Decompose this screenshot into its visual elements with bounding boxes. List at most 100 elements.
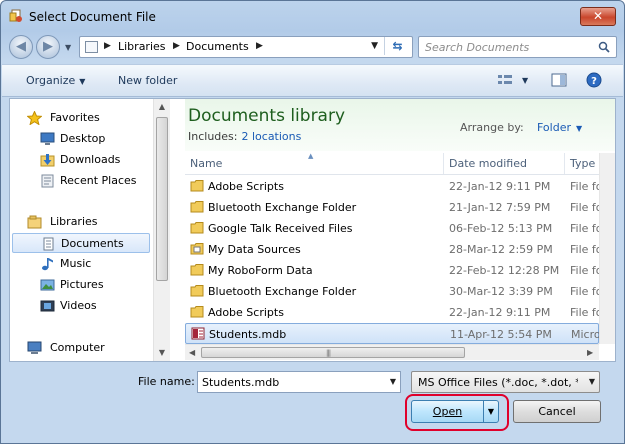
close-button[interactable]: ✕ — [580, 7, 616, 26]
file-row[interactable]: My RoboForm Data 22-Feb-12 12:28 PM File… — [185, 260, 600, 281]
title-bar[interactable]: Select Document File ✕ — [1, 1, 624, 31]
scroll-down-icon[interactable]: ▼ — [154, 345, 170, 361]
computer-icon — [27, 341, 42, 354]
nav-item-videos[interactable]: Videos — [10, 296, 150, 316]
nav-item-favorites[interactable]: Favorites — [10, 108, 150, 128]
arrange-by-dropdown[interactable]: Folder ▼ — [537, 121, 582, 134]
file-type: File fol — [570, 306, 600, 319]
organize-menu[interactable]: Organize ▼ — [26, 74, 85, 87]
nav-item-libraries[interactable]: Libraries — [10, 212, 150, 232]
file-row-selected[interactable]: Students.mdb 11-Apr-12 5:54 PM Micros — [185, 323, 601, 344]
nav-item-music[interactable]: Music — [10, 254, 150, 274]
library-includes: Includes: 2 locations — [188, 130, 301, 143]
file-date: 22-Jan-12 9:11 PM — [449, 180, 551, 193]
nav-item-documents[interactable]: Documents — [12, 233, 150, 253]
scroll-right-icon[interactable]: ▶ — [587, 348, 593, 357]
chevron-down-icon[interactable]: ▼ — [390, 377, 396, 386]
file-name-input[interactable]: Students.mdb ▼ — [197, 371, 401, 393]
recent-places-icon — [41, 174, 54, 188]
file-name: Adobe Scripts — [208, 306, 284, 319]
folder-icon — [190, 180, 204, 192]
star-icon — [27, 111, 42, 125]
column-name[interactable]: Name — [190, 157, 222, 170]
file-name: Students.mdb — [209, 328, 287, 341]
view-options-icon[interactable] — [496, 72, 514, 88]
recent-locations-dropdown[interactable]: ▼ — [65, 43, 71, 52]
file-name: Bluetooth Exchange Folder — [208, 285, 357, 298]
chevron-right-icon[interactable]: ▶ — [104, 41, 111, 51]
scroll-left-icon[interactable]: ◀ — [189, 348, 195, 357]
locations-link[interactable]: 2 locations — [241, 130, 301, 143]
file-date: 11-Apr-12 5:54 PM — [450, 328, 552, 341]
view-dropdown-icon[interactable]: ▼ — [522, 76, 528, 85]
search-icon[interactable] — [598, 41, 610, 53]
file-type: File fol — [570, 243, 600, 256]
back-button[interactable]: ◀ — [9, 35, 33, 59]
chevron-down-icon: ▼ — [588, 377, 595, 386]
libraries-icon — [27, 215, 42, 229]
arrange-by-label: Arrange by: — [460, 121, 524, 134]
nav-item-computer[interactable]: Computer — [10, 338, 150, 358]
new-folder-button[interactable]: New folder — [118, 74, 177, 87]
nav-item-downloads[interactable]: Downloads — [10, 150, 150, 170]
file-row[interactable]: Bluetooth Exchange Folder 30-Mar-12 3:39… — [185, 281, 600, 302]
breadcrumb-libraries[interactable]: Libraries — [118, 40, 166, 53]
data-sources-folder-icon — [190, 243, 204, 255]
folder-icon — [190, 306, 204, 318]
scrollbar-thumb[interactable] — [156, 117, 168, 281]
grip-icon: ||| — [326, 349, 331, 357]
nav-label: Libraries — [50, 215, 98, 228]
scrollbar-thumb[interactable]: ||| — [201, 347, 465, 358]
preview-pane-icon[interactable] — [550, 72, 568, 88]
address-bar[interactable]: ▶ Libraries ▶ Documents ▶ ▼ — [79, 36, 413, 58]
breadcrumb-documents[interactable]: Documents — [186, 40, 249, 53]
arrange-by-value: Folder — [537, 121, 571, 134]
search-input[interactable]: Search Documents — [418, 36, 617, 58]
chevron-right-icon[interactable]: ▶ — [256, 41, 263, 51]
nav-item-pictures[interactable]: Pictures — [10, 275, 150, 295]
nav-item-desktop[interactable]: Desktop — [10, 129, 150, 149]
file-type: File fol — [570, 264, 600, 277]
file-row[interactable]: Adobe Scripts 22-Jan-12 9:11 PM File fol — [185, 176, 600, 197]
navigation-scrollbar[interactable]: ▲ ▼ — [153, 99, 170, 361]
forward-button[interactable]: ▶ — [36, 35, 60, 59]
file-list-vertical-scrollbar[interactable] — [599, 153, 615, 344]
nav-label: Recent Places — [60, 174, 137, 187]
open-label[interactable]: Open — [412, 401, 483, 422]
scroll-up-icon[interactable]: ▲ — [154, 99, 170, 115]
open-options-dropdown[interactable]: ▼ — [483, 401, 498, 422]
chevron-right-icon[interactable]: ▶ — [173, 41, 180, 51]
column-divider[interactable] — [443, 153, 444, 174]
refresh-icon: ⇆ — [392, 39, 403, 53]
file-name: Google Talk Received Files — [208, 222, 353, 235]
back-arrow-icon: ◀ — [16, 39, 26, 54]
file-row[interactable]: Bluetooth Exchange Folder 21-Jan-12 7:59… — [185, 197, 600, 218]
file-type-select[interactable]: MS Office Files (*.doc, *.dot, *.x ▼ — [411, 371, 600, 393]
column-date-modified[interactable]: Date modified — [449, 157, 527, 170]
address-row: ◀ ▶ ▼ ▶ Libraries ▶ Documents ▶ ▼ ⇆ Sear… — [9, 33, 617, 61]
cancel-button[interactable]: Cancel — [513, 400, 601, 423]
file-date: 21-Jan-12 7:59 PM — [449, 201, 551, 214]
column-divider[interactable] — [564, 153, 565, 174]
file-row[interactable]: Google Talk Received Files 06-Feb-12 5:1… — [185, 218, 600, 239]
file-date: 22-Jan-12 9:11 PM — [449, 306, 551, 319]
file-date: 22-Feb-12 12:28 PM — [449, 264, 560, 277]
column-type[interactable]: Type — [570, 157, 595, 170]
refresh-button[interactable]: ⇆ — [384, 37, 410, 55]
help-icon[interactable]: ? — [585, 72, 603, 88]
file-type-value: MS Office Files (*.doc, *.dot, *.x — [418, 376, 578, 389]
file-type: File fol — [570, 180, 600, 193]
nav-item-recent-places[interactable]: Recent Places — [10, 171, 150, 191]
address-dropdown-icon[interactable]: ▼ — [371, 41, 378, 51]
includes-label: Includes: — [188, 130, 238, 143]
open-button[interactable]: Open ▼ — [411, 400, 499, 423]
file-name-value: Students.mdb — [202, 376, 280, 389]
file-row[interactable]: Adobe Scripts 22-Jan-12 9:11 PM File fol — [185, 302, 600, 323]
window-title: Select Document File — [29, 10, 156, 24]
file-list-horizontal-scrollbar[interactable]: ◀ ||| ▶ — [185, 344, 599, 360]
folder-icon — [190, 285, 204, 297]
file-type: File fol — [570, 201, 600, 214]
search-placeholder: Search Documents — [425, 41, 530, 54]
pane-splitter[interactable] — [173, 99, 185, 361]
file-row[interactable]: My Data Sources 28-Mar-12 2:59 PM File f… — [185, 239, 600, 260]
